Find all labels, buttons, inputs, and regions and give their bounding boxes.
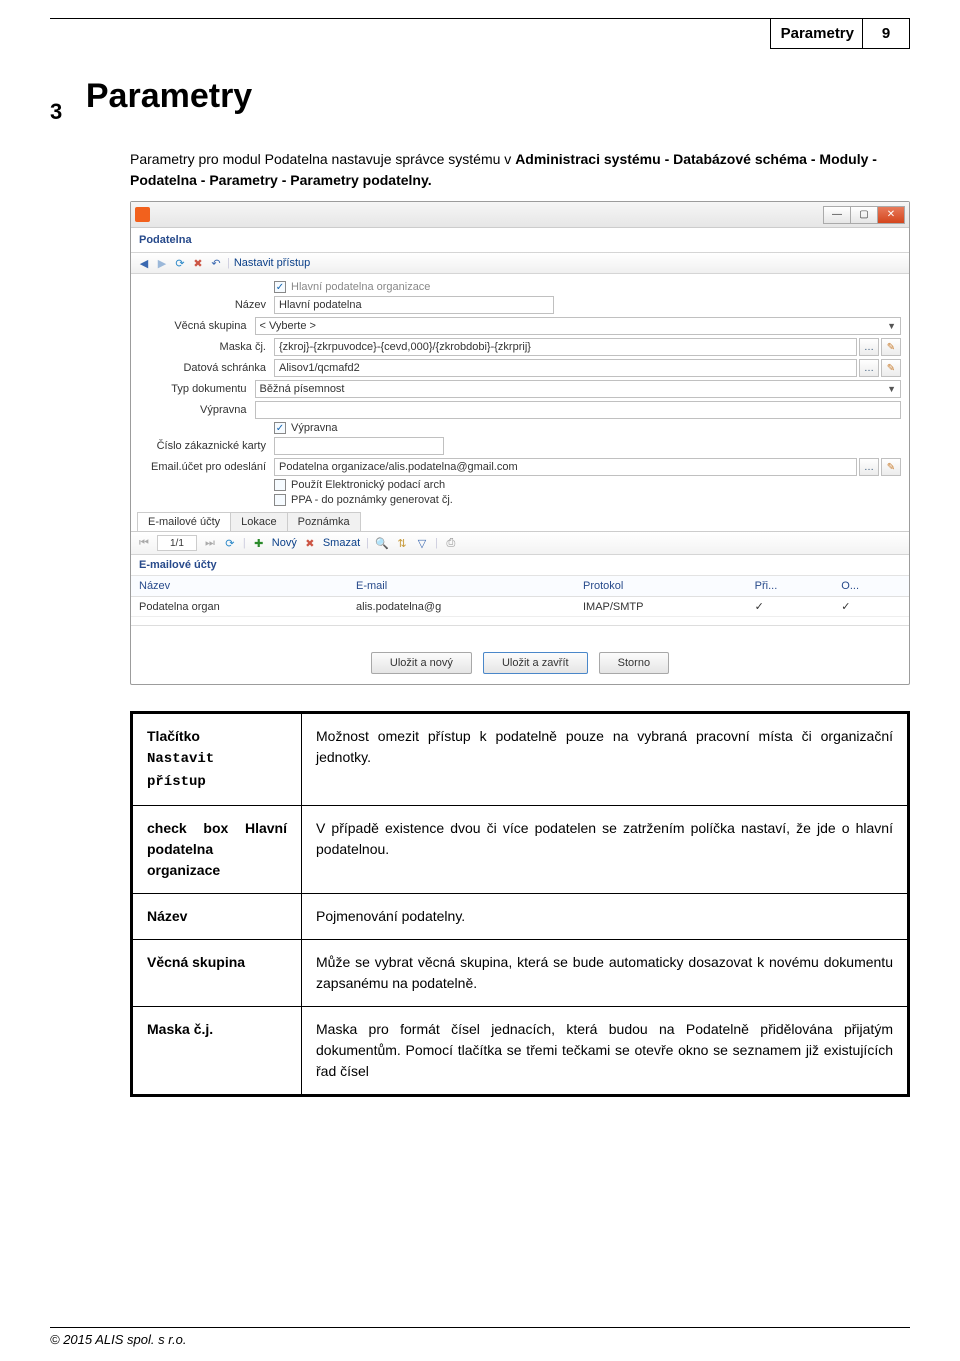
- chevron-down-icon: ▼: [887, 321, 896, 331]
- col-protokol[interactable]: Protokol: [575, 576, 747, 597]
- lbl-nazev: Název: [139, 299, 274, 311]
- section-title: Podatelna: [131, 228, 909, 253]
- print-icon[interactable]: ⎙: [444, 536, 458, 550]
- sort-icon[interactable]: ⇅: [395, 536, 409, 550]
- vypravna-checkbox[interactable]: [274, 422, 286, 434]
- tab-lokace[interactable]: Lokace: [230, 512, 287, 531]
- search-icon[interactable]: 🔍: [375, 536, 389, 550]
- lbl-cislo: Číslo zákaznické karty: [139, 440, 274, 452]
- app-window: — ▢ ✕ Podatelna ◀ ▶ ⟳ ✖ ↶ | Nastavit pří…: [130, 201, 910, 685]
- main-toolbar: ◀ ▶ ⟳ ✖ ↶ | Nastavit přístup: [131, 253, 909, 274]
- col-nazev[interactable]: Název: [131, 576, 348, 597]
- footer-copyright: © 2015 ALIS spol. s r.o.: [50, 1327, 910, 1347]
- header-page-number: 9: [862, 18, 910, 49]
- col-email[interactable]: E-mail: [348, 576, 575, 597]
- input-maska[interactable]: {zkroj}-{zkrpuvodce}-{cevd,000}/{zkrobdo…: [274, 338, 857, 356]
- cancel-button[interactable]: Storno: [599, 652, 669, 674]
- input-ds[interactable]: Alisov1/qcmafd2: [274, 359, 857, 377]
- desc-r3-text: Pojmenování podatelny.: [302, 894, 909, 940]
- select-typ[interactable]: Běžná písemnost▼: [255, 380, 902, 398]
- lbl-typ: Typ dokumentu: [139, 383, 255, 395]
- close-button[interactable]: ✕: [877, 206, 905, 224]
- desc-r4-term: Věcná skupina: [132, 940, 302, 1007]
- delete-icon[interactable]: ✖: [303, 536, 317, 550]
- col-o[interactable]: O...: [833, 576, 909, 597]
- ellipsis-button[interactable]: …: [859, 359, 879, 377]
- intro-paragraph: Parametry pro modul Podatelna nastavuje …: [130, 149, 910, 191]
- chapter-title: Parametry: [86, 77, 252, 116]
- main-registry-label: Hlavní podatelna organizace: [291, 281, 430, 293]
- ppa-label: PPA - do poznámky generovat čj.: [291, 494, 453, 506]
- lbl-email: Email.účet pro odeslání: [139, 461, 274, 473]
- nav-next-icon[interactable]: ▶: [155, 256, 169, 270]
- col-pri[interactable]: Při...: [747, 576, 834, 597]
- lbl-vypravna: Výpravna: [139, 404, 255, 416]
- subsection-title: E-mailové účty: [131, 555, 909, 576]
- input-email[interactable]: Podatelna organizace/alis.podatelna@gmai…: [274, 458, 857, 476]
- delete-link[interactable]: Smazat: [323, 537, 360, 549]
- desc-r1-text: Možnost omezit přístup k podatelně pouze…: [302, 713, 909, 806]
- tab-poznamka[interactable]: Poznámka: [287, 512, 361, 531]
- clear-icon[interactable]: ✎: [881, 359, 901, 377]
- main-registry-checkbox[interactable]: [274, 281, 286, 293]
- desc-r2-text: V případě existence dvou či více podatel…: [302, 806, 909, 894]
- input-nazev[interactable]: Hlavní podatelna: [274, 296, 554, 314]
- arch-checkbox[interactable]: [274, 479, 286, 491]
- clear-icon[interactable]: ✎: [881, 458, 901, 476]
- plus-icon[interactable]: ✚: [252, 536, 266, 550]
- desc-r2-term: check box Hlavní podatelna organizace: [132, 806, 302, 894]
- lbl-maska: Maska čj.: [139, 341, 274, 353]
- refresh-icon[interactable]: ⟳: [173, 256, 187, 270]
- nav-first-icon[interactable]: ⏮: [137, 536, 151, 550]
- ppa-checkbox[interactable]: [274, 494, 286, 506]
- desc-r1-term-line2: Nastavit: [147, 751, 214, 767]
- ellipsis-button[interactable]: …: [859, 338, 879, 356]
- clear-icon[interactable]: ✎: [881, 338, 901, 356]
- email-table: Název E-mail Protokol Při... O... Podate…: [131, 576, 909, 617]
- save-and-new-button[interactable]: Uložit a nový: [371, 652, 472, 674]
- record-counter: 1/1: [157, 535, 197, 551]
- chapter-number: 3: [50, 99, 62, 125]
- input-cislo[interactable]: [274, 437, 444, 455]
- desc-r4-text: Může se vybrat věcná skupina, která se b…: [302, 940, 909, 1007]
- maximize-button[interactable]: ▢: [850, 206, 878, 224]
- revert-icon[interactable]: ↶: [209, 256, 223, 270]
- desc-r1-term-line3: přístup: [147, 774, 206, 790]
- description-table: Tlačítko Nastavit přístup Možnost omezit…: [130, 711, 910, 1097]
- desc-r5-text: Maska pro formát čísel jednacích, která …: [302, 1007, 909, 1096]
- nav-last-icon[interactable]: ⏭: [203, 536, 217, 550]
- arch-label: Použít Elektronický podací arch: [291, 479, 445, 491]
- select-vecna[interactable]: < Vyberte >▼: [255, 317, 902, 335]
- header-title: Parametry: [770, 18, 862, 49]
- vypravna-cb-label: Výpravna: [291, 422, 337, 434]
- new-link[interactable]: Nový: [272, 537, 297, 549]
- app-icon: [135, 207, 150, 222]
- save-and-close-button[interactable]: Uložit a zavřít: [483, 652, 588, 674]
- desc-r5-term: Maska č.j.: [132, 1007, 302, 1096]
- delete-icon[interactable]: ✖: [191, 256, 205, 270]
- set-access-link[interactable]: Nastavit přístup: [234, 257, 310, 269]
- minimize-button[interactable]: —: [823, 206, 851, 224]
- nav-first-icon[interactable]: ◀: [137, 256, 151, 270]
- lbl-ds: Datová schránka: [139, 362, 274, 374]
- tab-email-accounts[interactable]: E-mailové účty: [137, 512, 231, 531]
- filter-icon[interactable]: ▽: [415, 536, 429, 550]
- desc-r3-term: Název: [132, 894, 302, 940]
- desc-r1-term-line1: Tlačítko: [147, 728, 200, 744]
- ellipsis-button[interactable]: …: [859, 458, 879, 476]
- input-vypravna[interactable]: [255, 401, 902, 419]
- lbl-vecna: Věcná skupina: [139, 320, 255, 332]
- table-row[interactable]: Podatelna organ alis.podatelna@g IMAP/SM…: [131, 597, 909, 617]
- refresh-icon[interactable]: ⟳: [223, 536, 237, 550]
- chevron-down-icon: ▼: [887, 384, 896, 394]
